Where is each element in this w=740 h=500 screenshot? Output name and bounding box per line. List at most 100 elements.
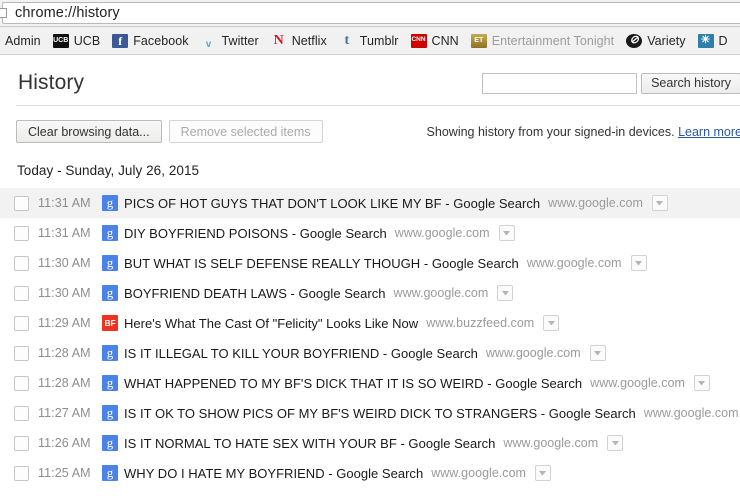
clear-browsing-data-button[interactable]: Clear browsing data...	[16, 120, 162, 143]
row-checkbox[interactable]	[14, 465, 29, 481]
bookmark-item[interactable]: Admin	[0, 30, 48, 52]
bookmark-label: CNN	[431, 33, 459, 48]
google-icon: g	[102, 255, 118, 271]
row-title-link[interactable]: Here's What The Cast Of "Felicity" Looks…	[124, 316, 418, 331]
chevron-down-icon[interactable]	[651, 195, 668, 211]
google-icon: g	[102, 465, 118, 481]
bookmark-item[interactable]: ET Entertainment Tonight	[466, 30, 621, 52]
netflix-icon: N	[273, 33, 284, 48]
row-domain: www.google.com	[485, 346, 581, 360]
bookmark-item[interactable]: f Facebook	[107, 30, 195, 52]
bookmark-item[interactable]: ᵥ Twitter	[196, 30, 266, 52]
row-domain: www.google.com	[393, 286, 489, 300]
history-row[interactable]: 11:25 AM g WHY DO I HATE MY BOYFRIEND - Go…	[0, 458, 740, 488]
bookmark-label: Netflix	[291, 33, 327, 48]
bookmark-label: Twitter	[221, 33, 259, 48]
row-checkbox[interactable]	[14, 285, 29, 301]
history-row[interactable]: 11:30 AM g BUT WHAT IS SELF DEFENSE REALLY…	[0, 248, 740, 278]
history-toolbar: Clear browsing data... Remove selected i…	[16, 106, 740, 149]
bookmark-label: UCB	[73, 33, 101, 48]
history-row[interactable]: 11:31 AM g PICS OF HOT GUYS THAT DON'T LOO…	[0, 188, 740, 218]
bookmark-item[interactable]: ✳ D	[693, 30, 735, 52]
row-time: 11:31 AM	[38, 196, 91, 210]
omnibox-bar: chrome://history	[0, 0, 740, 27]
row-title-link[interactable]: IS IT NORMAL TO HATE SEX WITH YOUR BF - …	[124, 436, 495, 451]
row-domain: www.google.com	[503, 436, 599, 450]
google-icon: g	[102, 435, 118, 451]
history-row[interactable]: 11:27 AM g IS IT OK TO SHOW PICS OF MY BF'…	[0, 398, 740, 428]
history-row[interactable]: 11:30 AM g BOYFRIEND DEATH LAWS - Google S…	[0, 278, 740, 308]
row-checkbox[interactable]	[14, 375, 29, 391]
chevron-down-icon[interactable]	[607, 435, 624, 451]
address-bar-url: chrome://history	[15, 5, 120, 21]
history-row[interactable]: 11:26 AM g IS IT NORMAL TO HATE SEX WITH Y…	[0, 428, 740, 458]
history-row[interactable]: 11:31 AM g DIY BOYFRIEND POISONS - Google …	[0, 218, 740, 248]
twitter-icon: ᵥ	[205, 33, 212, 48]
row-checkbox[interactable]	[14, 225, 29, 241]
history-row[interactable]: 11:29 AM BF Here's What The Cast Of "Felic…	[0, 308, 740, 338]
search-input[interactable]	[482, 72, 638, 94]
search-history-button[interactable]: Search history	[641, 72, 740, 94]
learn-more-link[interactable]: Learn more	[678, 125, 740, 139]
chevron-down-icon[interactable]	[693, 375, 710, 391]
google-icon: g	[102, 345, 118, 361]
chevron-down-icon[interactable]	[630, 255, 647, 271]
google-icon: g	[102, 225, 118, 241]
page-title: History	[18, 71, 85, 94]
row-domain: www.google.com	[394, 226, 490, 240]
row-checkbox[interactable]	[14, 255, 29, 271]
row-domain: www.google.com	[548, 196, 643, 210]
row-checkbox[interactable]	[14, 405, 29, 421]
bookmark-label: Entertainment Tonight	[491, 33, 615, 48]
row-time: 11:25 AM	[38, 466, 91, 480]
chevron-down-icon[interactable]	[543, 315, 560, 331]
address-bar[interactable]: chrome://history	[0, 2, 740, 24]
history-row[interactable]: 11:28 AM g IS IT ILLEGAL TO KILL YOUR BOYF…	[0, 338, 740, 368]
bookmark-item[interactable]: CNN CNN	[406, 30, 466, 52]
bookmark-label: Variety	[647, 33, 686, 48]
row-title-link[interactable]: WHY DO I HATE MY BOYFRIEND - Google Sear…	[124, 466, 423, 481]
history-header: History Search history	[16, 55, 740, 106]
signed-in-notice-text: Showing history from your signed-in devi…	[426, 124, 675, 139]
row-checkbox[interactable]	[14, 345, 29, 361]
bookmark-label: Tumblr	[359, 33, 399, 48]
signed-in-notice: Showing history from your signed-in devi…	[427, 125, 740, 139]
et-icon: ET	[470, 33, 487, 48]
row-domain: www.google.com	[526, 256, 622, 270]
row-time: 11:31 AM	[38, 226, 91, 240]
row-title-link[interactable]: IS IT ILLEGAL TO KILL YOUR BOYFRIEND - G…	[124, 346, 478, 361]
row-title-link[interactable]: WHAT HAPPENED TO MY BF'S DICK THAT IT IS…	[124, 376, 582, 391]
chevron-down-icon[interactable]	[497, 285, 514, 301]
row-checkbox[interactable]	[14, 195, 29, 211]
chevron-down-icon[interactable]	[534, 465, 551, 481]
row-title-link[interactable]: DIY BOYFRIEND POISONS - Google Search	[124, 226, 387, 241]
row-time: 11:28 AM	[38, 346, 91, 360]
row-checkbox[interactable]	[14, 315, 29, 331]
bookmark-item[interactable]: N Netflix	[266, 30, 334, 52]
row-title-link[interactable]: IS IT OK TO SHOW PICS OF MY BF'S WEIRD D…	[124, 406, 636, 421]
history-page: History Search history Clear browsing da…	[0, 55, 740, 488]
row-title-link[interactable]: BUT WHAT IS SELF DEFENSE REALLY THOUGH -…	[124, 256, 519, 271]
bookmark-item[interactable]: UCB UCB	[48, 30, 108, 52]
variety-icon: ⊘	[626, 33, 643, 48]
history-row[interactable]: 11:28 AM g WHAT HAPPENED TO MY BF'S DICK T…	[0, 368, 740, 398]
google-icon: g	[102, 285, 118, 301]
row-checkbox[interactable]	[14, 435, 29, 451]
bookmark-item[interactable]: ⊘ Variety	[621, 30, 692, 52]
row-domain: www.google.com	[590, 376, 685, 390]
row-domain: www.buzzfeed.com	[426, 316, 535, 330]
row-title-link[interactable]: BOYFRIEND DEATH LAWS - Google Search	[124, 286, 386, 301]
row-domain: www.google.com	[643, 406, 739, 420]
cnn-icon: CNN	[410, 33, 427, 48]
day-heading: Today - Sunday, July 26, 2015	[17, 163, 200, 178]
bookmarks-bar: Admin UCB UCB f Facebook ᵥ Twitter N Netflix t Tum…	[0, 27, 740, 55]
chevron-down-icon[interactable]	[498, 225, 515, 241]
row-domain: www.google.com	[431, 466, 526, 480]
row-title-link[interactable]: PICS OF HOT GUYS THAT DON'T LOOK LIKE MY…	[124, 196, 540, 211]
row-time: 11:30 AM	[38, 256, 91, 270]
bookmark-item[interactable]: t Tumblr	[334, 30, 406, 52]
ucb-icon: UCB	[52, 33, 69, 48]
chevron-down-icon[interactable]	[589, 345, 606, 361]
document-icon	[0, 7, 9, 20]
bookmark-label: Facebook	[133, 33, 189, 48]
